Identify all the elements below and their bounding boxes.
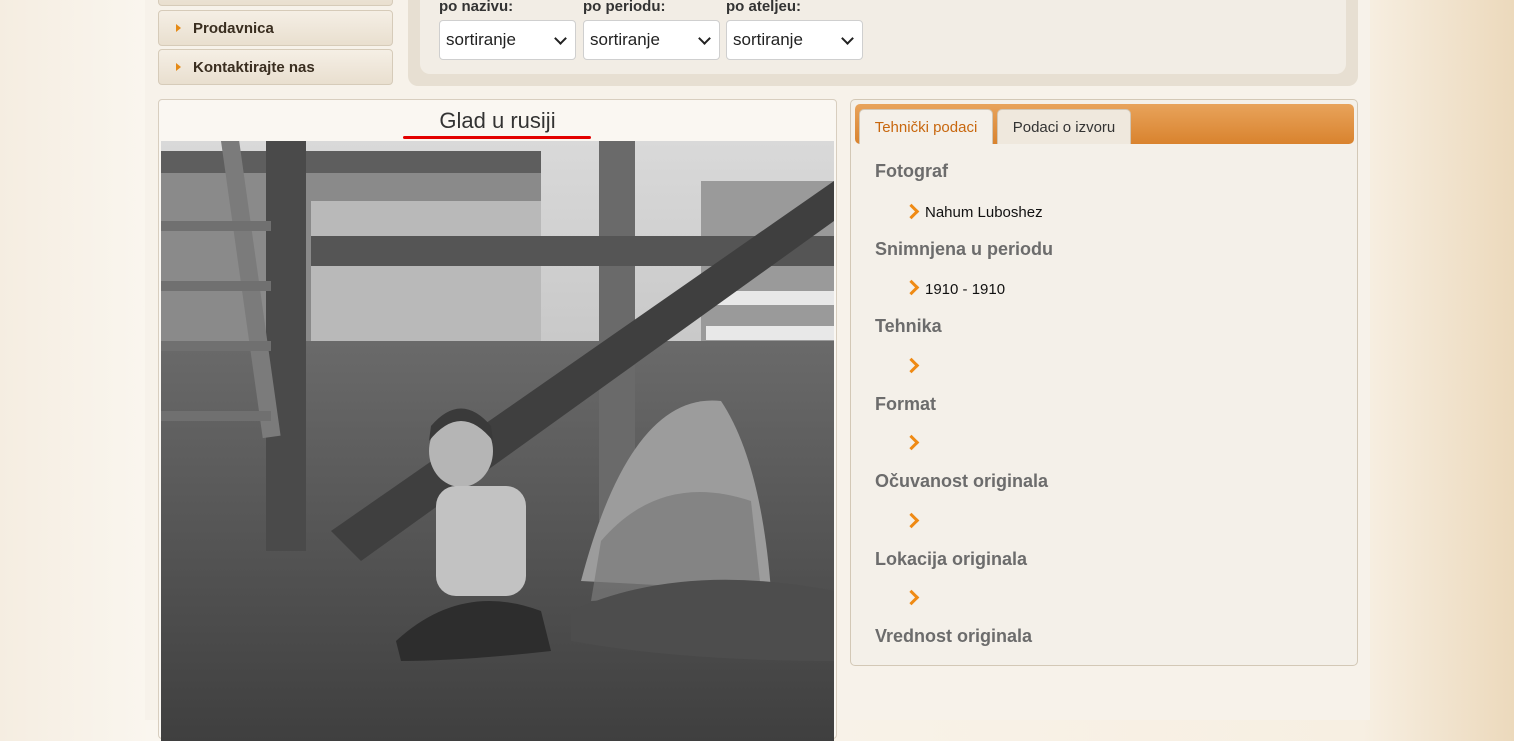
- select-value: sortiranje: [446, 30, 516, 49]
- nav-item-label: Kontaktirajte nas: [193, 58, 315, 76]
- chevron-down-icon: [554, 32, 567, 45]
- chevron-down-icon: [698, 32, 711, 45]
- detail-title-period: Snimnjena u periodu: [875, 239, 1054, 259]
- filter-label-name: po nazivu:: [439, 0, 514, 15]
- sort-by-name-select[interactable]: sortiranje: [439, 20, 576, 60]
- nav-item-label: Prodavnica: [193, 19, 274, 37]
- nav-item-top[interactable]: [158, 0, 393, 6]
- tab-bar: Tehnički podaci Podaci o izvoru: [855, 104, 1354, 144]
- title-underline-annotation: [403, 136, 591, 139]
- chevron-right-icon: [903, 279, 920, 296]
- filter-label-period: po periodu:: [583, 0, 666, 15]
- detail-title-technique: Tehnika: [875, 316, 942, 336]
- sort-by-atelier-select[interactable]: sortiranje: [726, 20, 863, 60]
- photo-title: Glad u rusiji: [439, 108, 556, 133]
- detail-title-value: Vrednost originala: [875, 626, 1033, 646]
- tab-source-data[interactable]: Podaci o izvoru: [997, 109, 1131, 144]
- chevron-right-icon: [903, 203, 920, 220]
- detail-value-period: 1910 - 1910: [925, 281, 1006, 298]
- nav-item-kontakt[interactable]: Kontaktirajte nas: [158, 49, 393, 85]
- info-panel: Tehnički podaci Podaci o izvoru Fotograf…: [850, 99, 1358, 666]
- select-value: sortiranje: [590, 30, 660, 49]
- chevron-right-icon: [903, 512, 920, 529]
- photo-graphic: [161, 141, 834, 741]
- photo-image[interactable]: [161, 141, 834, 741]
- chevron-right-icon: [903, 357, 920, 374]
- chevron-right-icon: [903, 589, 920, 606]
- select-value: sortiranje: [733, 30, 803, 49]
- detail-title-location: Lokacija originala: [875, 549, 1028, 569]
- photo-panel: Glad u rusiji: [158, 99, 837, 741]
- tab-technical-data[interactable]: Tehnički podaci: [859, 109, 993, 144]
- chevron-down-icon: [841, 32, 854, 45]
- detail-title-format: Format: [875, 394, 937, 414]
- nav-arrow-icon: [176, 63, 181, 71]
- filter-label-atelier: po ateljeu:: [726, 0, 802, 15]
- detail-value-photographer: Nahum Luboshez: [925, 204, 1043, 221]
- nav-item-prodavnica[interactable]: Prodavnica: [158, 10, 393, 46]
- detail-title-preservation: Očuvanost originala: [875, 471, 1049, 491]
- detail-title-photographer: Fotograf: [875, 161, 948, 181]
- nav-arrow-icon: [176, 24, 181, 32]
- sort-by-period-select[interactable]: sortiranje: [583, 20, 720, 60]
- chevron-right-icon: [903, 434, 920, 451]
